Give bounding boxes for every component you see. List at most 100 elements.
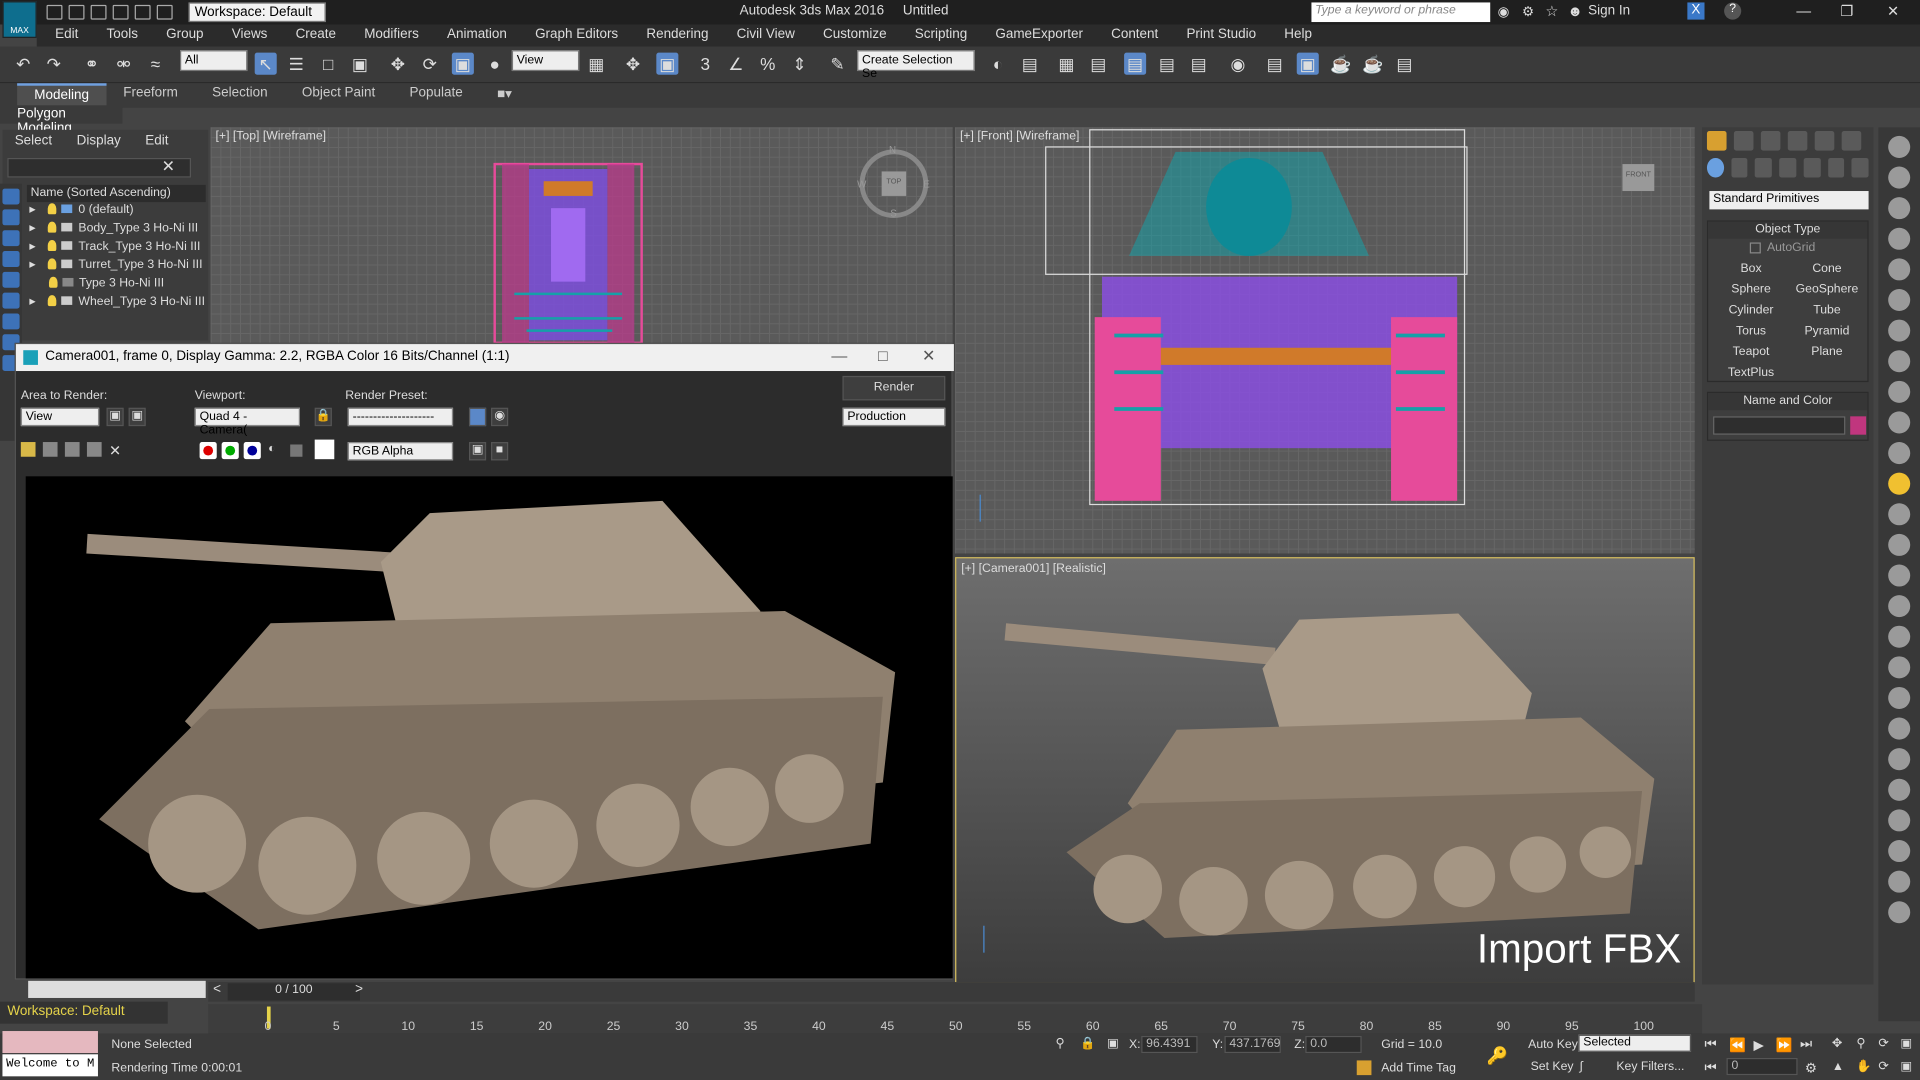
textplus-button[interactable]: TextPlus <box>1716 365 1787 383</box>
geometry-icon[interactable] <box>1706 157 1724 178</box>
render-setup-icon[interactable] <box>468 407 487 427</box>
display-shapes-icon[interactable] <box>2 230 20 247</box>
favorites-star-icon[interactable]: ☆ <box>1545 2 1558 19</box>
key-mode-dropdown[interactable]: Selected <box>1578 1034 1692 1052</box>
hierarchy-tab-icon[interactable] <box>1760 131 1781 151</box>
list-item[interactable]: Type 3 Ho-Ni III <box>29 276 200 294</box>
display-channel-dropdown[interactable]: RGB Alpha <box>347 442 454 461</box>
object-name-input[interactable] <box>1713 416 1846 435</box>
menu-help[interactable]: Help <box>1266 24 1322 46</box>
place-icon[interactable]: ● <box>484 53 506 75</box>
rendered-image[interactable] <box>25 476 953 979</box>
redo-icon[interactable] <box>134 4 151 20</box>
menu-gameexporter[interactable]: GameExporter <box>977 24 1093 46</box>
selection-lock-icon[interactable]: 🔒 <box>1080 1037 1095 1050</box>
display-warps-icon[interactable] <box>2 313 20 330</box>
add-time-tag-button[interactable]: Add Time Tag <box>1381 1062 1456 1075</box>
render-setup-icon[interactable]: ▤ <box>1264 53 1286 75</box>
ribbon-options-icon[interactable]: ■▾ <box>480 83 529 107</box>
next-frame-icon[interactable]: > <box>355 982 363 997</box>
menu-modifiers[interactable]: Modifiers <box>346 24 429 46</box>
goto-start-icon[interactable]: ⏮ <box>1705 1037 1717 1053</box>
unlink-icon[interactable]: ⚮ <box>113 53 135 75</box>
tool-icon-13[interactable] <box>1888 503 1911 526</box>
lock-icon[interactable]: 🔒 <box>314 407 332 427</box>
scene-menu-select[interactable]: Select <box>15 133 52 148</box>
move-icon[interactable]: ✥ <box>387 53 409 75</box>
select-object-icon[interactable]: ↖ <box>254 52 277 75</box>
selection-filter-dropdown[interactable]: All <box>180 50 248 72</box>
cameras-icon[interactable] <box>1779 157 1797 178</box>
tab-modeling[interactable]: Modeling <box>17 83 107 108</box>
time-tag-icon[interactable] <box>1356 1060 1372 1076</box>
horizontal-scrollbar[interactable] <box>28 980 206 998</box>
viewport-label[interactable]: [+] [Camera001] [Realistic] <box>961 562 1106 575</box>
scale-icon[interactable]: ▣ <box>451 52 474 75</box>
zoom-icon[interactable]: ✥ <box>1832 1037 1842 1050</box>
tool-icon-17[interactable] <box>1888 625 1911 648</box>
tab-selection[interactable]: Selection <box>195 83 285 107</box>
light-bulb-icon[interactable] <box>48 276 58 288</box>
tab-object-paint[interactable]: Object Paint <box>285 83 393 107</box>
workspace-dropdown[interactable]: Workspace: Default <box>188 2 326 23</box>
close-icon[interactable]: ✕ <box>1887 2 1899 19</box>
scene-menu-edit[interactable]: Edit <box>145 133 168 148</box>
torus-button[interactable]: Torus <box>1716 323 1787 341</box>
next-frame-icon[interactable]: ⏩ <box>1776 1037 1793 1053</box>
rotate-icon[interactable]: ⟳ <box>419 53 441 75</box>
copy-image-icon[interactable] <box>42 442 58 457</box>
reference-coordinate-dropdown[interactable]: View <box>511 50 580 72</box>
sphere-button[interactable]: Sphere <box>1716 282 1787 300</box>
viewcube[interactable]: TOP <box>881 171 907 196</box>
scene-list-header[interactable]: Name (Sorted Ascending) <box>26 184 206 203</box>
render-mode-dropdown[interactable]: Production <box>842 407 946 427</box>
previous-frame-icon[interactable]: ⏪ <box>1729 1037 1746 1053</box>
autogrid-checkbox[interactable] <box>1749 242 1761 254</box>
create-tab-icon[interactable] <box>1706 131 1727 151</box>
sign-in-button[interactable]: Sign In <box>1588 4 1630 19</box>
goto-end-icon[interactable]: ⏭ <box>1800 1037 1812 1053</box>
isolate-icon[interactable]: ⚲ <box>1056 1037 1065 1050</box>
schematic-view-icon[interactable]: ▤ <box>1188 53 1210 75</box>
key-mode-toggle-icon[interactable]: ⏮ <box>1705 1060 1717 1076</box>
clear-image-icon[interactable]: ✕ <box>109 442 124 459</box>
menu-customize[interactable]: Customize <box>805 24 897 46</box>
key-icon[interactable]: 🔑 <box>1487 1046 1508 1067</box>
search-input[interactable]: Type a keyword or phrase <box>1311 2 1491 23</box>
save-image-icon[interactable] <box>20 442 36 457</box>
menu-scripting[interactable]: Scripting <box>896 24 977 46</box>
display-lights-icon[interactable] <box>2 251 20 267</box>
curve-editor-icon[interactable]: ▤ <box>1156 53 1178 75</box>
a360-render-icon[interactable]: ▤ <box>1393 53 1415 75</box>
tool-icon-22[interactable] <box>1888 778 1911 801</box>
motion-tab-icon[interactable] <box>1787 131 1808 151</box>
angle-snap-icon[interactable]: ∠ <box>725 53 747 75</box>
tool-icon-14[interactable] <box>1888 533 1911 556</box>
percent-snap-icon[interactable]: % <box>757 53 779 75</box>
pan-icon[interactable]: ✋ <box>1856 1060 1871 1073</box>
alpha-toggle-icon[interactable]: ◐ <box>268 442 275 455</box>
select-manipulate-icon[interactable]: ✥ <box>622 53 644 75</box>
menu-create[interactable]: Create <box>277 24 346 46</box>
tab-populate[interactable]: Populate <box>392 83 479 107</box>
object-color-swatch[interactable] <box>1850 416 1867 435</box>
tool-icon-4[interactable] <box>1888 227 1911 250</box>
environment-icon[interactable]: ◉ <box>491 407 509 427</box>
utilities-tab-icon[interactable] <box>1841 131 1862 151</box>
absolute-mode-icon[interactable]: ▣ <box>1107 1037 1119 1050</box>
color-swatch[interactable] <box>314 439 335 460</box>
blue-channel-toggle[interactable] <box>243 442 261 460</box>
save-file-icon[interactable] <box>90 4 107 20</box>
tool-icon-23[interactable] <box>1888 809 1911 832</box>
tool-icon-25[interactable] <box>1888 870 1911 893</box>
auto-key-button[interactable]: Auto Key <box>1528 1038 1578 1051</box>
align-icon[interactable]: ▤ <box>1019 53 1041 75</box>
viewcube[interactable]: FRONT <box>1622 164 1655 192</box>
menu-views[interactable]: Views <box>213 24 277 46</box>
menu-animation[interactable]: Animation <box>429 24 517 46</box>
edit-named-selection-icon[interactable]: ✎ <box>827 53 849 75</box>
keyboard-shortcut-icon[interactable]: ▣ <box>656 52 679 75</box>
help-icon[interactable] <box>1888 901 1911 924</box>
tab-freeform[interactable]: Freeform <box>106 83 195 107</box>
clone-window-icon[interactable] <box>64 442 80 457</box>
